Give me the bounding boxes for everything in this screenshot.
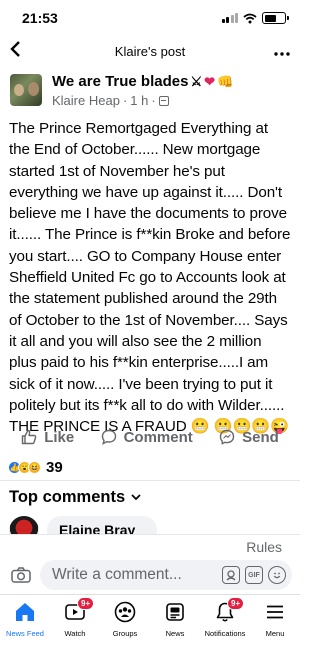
tab-groups[interactable]: Groups [100, 595, 150, 650]
page-title: Klaire's post [114, 43, 186, 59]
tab-label: News [165, 629, 185, 638]
laugh-reaction-icon: 😆 [28, 460, 41, 474]
comment-label: Comment [123, 428, 193, 446]
reaction-count: 39 [46, 458, 63, 476]
top-comments-heading: Top comments [9, 488, 126, 506]
send-button[interactable]: Send [219, 429, 279, 446]
send-label: Send [242, 428, 279, 446]
emoji-button[interactable] [268, 566, 286, 584]
camera-button[interactable] [8, 567, 34, 583]
tab-label: Groups [112, 629, 138, 638]
more-options-button[interactable] [270, 43, 290, 59]
post-subline: Klaire Heap · 1 h · [52, 92, 233, 110]
camera-icon [11, 567, 31, 583]
tab-news[interactable]: News [150, 595, 200, 650]
post-meta: We are True blades ⚔ ❤ 👊 Klaire Heap · 1… [52, 72, 233, 114]
author-name[interactable]: Klaire Heap [52, 92, 120, 110]
separator: · [151, 93, 156, 108]
chevron-down-icon [131, 493, 141, 504]
emoji-icon [273, 572, 281, 579]
status-icons [221, 12, 289, 24]
composer-tools: GIF [222, 566, 286, 584]
comment-bubble-icon [101, 429, 116, 445]
tab-label: Menu [265, 629, 285, 638]
wifi-icon [243, 13, 257, 23]
tab-news-feed[interactable]: News Feed [0, 595, 50, 650]
avatar-sticker-button[interactable] [222, 566, 240, 584]
signal-icon [221, 13, 238, 23]
chevron-left-icon [10, 40, 20, 57]
like-label: Like [44, 428, 75, 446]
tab-menu[interactable]: Menu [250, 595, 300, 650]
tab-label: News Feed [6, 629, 44, 638]
like-button[interactable]: Like [21, 429, 74, 446]
post-header: We are True blades ⚔ ❤ 👊 Klaire Heap · 1… [0, 66, 300, 114]
divider [0, 480, 300, 481]
post-text: The Prince Remortgaged Everything at the… [9, 120, 291, 434]
tab-label: Watch [64, 629, 86, 638]
groups-icon [114, 601, 136, 623]
post-navbar: Klaire's post [0, 36, 300, 66]
heart-emoji: ❤ [204, 74, 216, 89]
tab-notifications[interactable]: 9+ Notifications [200, 595, 250, 650]
notification-badge: 9+ [227, 597, 245, 610]
comment-composer: Write a comment... GIF [0, 558, 300, 592]
comment-button[interactable]: Comment [101, 429, 193, 446]
group-name-text: We are True blades [52, 73, 189, 90]
post-time[interactable]: 1 h [130, 92, 148, 110]
group-avatar[interactable] [10, 74, 42, 106]
status-bar: 21:53 [0, 0, 300, 36]
fist-emoji: 👊 [217, 74, 234, 89]
more-dots-icon [274, 52, 290, 56]
home-icon [16, 603, 34, 621]
messenger-icon [219, 429, 235, 445]
gif-button[interactable]: GIF [245, 566, 263, 584]
comment-placeholder: Write a comment... [52, 566, 182, 583]
back-button[interactable] [10, 40, 30, 62]
tab-label: Notifications [204, 629, 246, 638]
post-action-bar: Like Comment Send [0, 423, 300, 451]
comment-sort-toggle[interactable]: Top comments [9, 488, 141, 507]
thumbs-up-icon [21, 429, 37, 445]
bottom-tab-bar: News Feed 9+ Watch Groups News 9+ Notifi… [0, 594, 300, 650]
separator: · [122, 93, 128, 108]
reaction-summary[interactable]: 👍 😮 😆 39 [8, 456, 63, 478]
rules-bar: Rules [0, 534, 300, 558]
privacy-group-icon [158, 96, 169, 106]
group-name[interactable]: We are True blades ⚔ ❤ 👊 [52, 72, 233, 92]
comment-bubble[interactable]: Elaine Bray [47, 516, 157, 536]
comment-input[interactable]: Write a comment... GIF [40, 560, 292, 590]
notification-badge: 9+ [77, 597, 95, 610]
avatar-sticker-icon [226, 570, 236, 581]
status-time: 21:53 [22, 10, 58, 26]
swords-emoji: ⚔ [190, 74, 203, 89]
menu-icon [267, 605, 283, 619]
news-icon [166, 603, 184, 621]
rules-link[interactable]: Rules [246, 539, 282, 555]
battery-icon [262, 12, 289, 24]
tab-watch[interactable]: 9+ Watch [50, 595, 100, 650]
